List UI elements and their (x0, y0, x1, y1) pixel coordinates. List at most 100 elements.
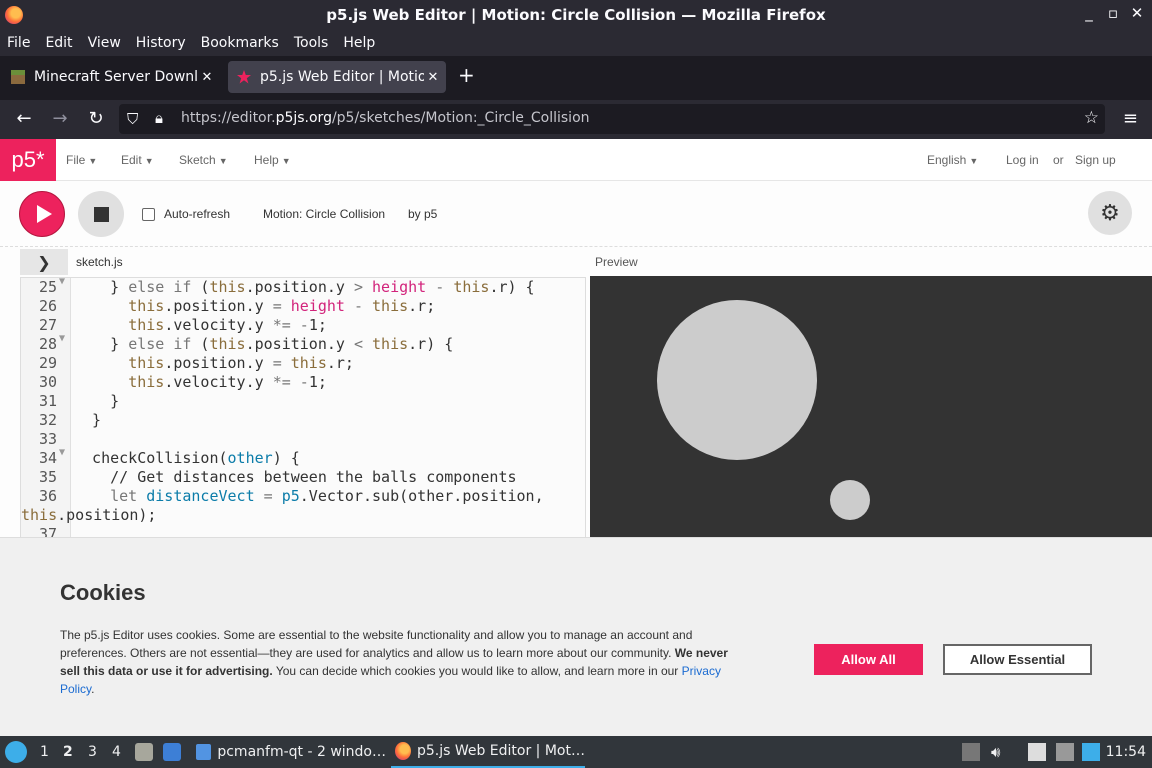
menu-history[interactable]: History (136, 35, 186, 51)
close-icon[interactable]: ✕ (1130, 4, 1144, 22)
code-editor[interactable]: 25 ▼ } else if (this.position.y > height … (20, 277, 586, 539)
line-number: 26 (38, 297, 57, 315)
shield-icon[interactable]: ⛉ (127, 110, 138, 128)
small-ball (830, 480, 870, 520)
line-number: 25 (38, 278, 57, 296)
clipboard-icon[interactable] (1028, 743, 1046, 761)
cookie-heading: Cookies (60, 580, 146, 605)
tab-close-icon[interactable]: ✕ (198, 70, 216, 85)
fold-arrow-icon[interactable]: ▼ (59, 447, 65, 458)
language-label: English (927, 153, 967, 167)
tab-label: p5.js Web Editor | Motion (260, 69, 424, 85)
fold-arrow-icon[interactable]: ▼ (59, 278, 65, 287)
network-icon[interactable] (1056, 743, 1074, 761)
p5-menu-sketch[interactable]: Sketch ▼ (179, 153, 228, 167)
p5-nav: p5* File ▼ Edit ▼ Sketch ▼ Help ▼ English ▼ L… (0, 139, 1152, 181)
task-label: p5.js Web Editor | Mot… (416, 743, 585, 759)
maximize-icon[interactable]: ▫ (1106, 4, 1120, 22)
task-pcmanfm[interactable]: pcmanfm-qt - 2 windo… (192, 736, 386, 768)
p5-menu-label: Sketch (179, 153, 216, 167)
notification-icon[interactable] (1082, 743, 1100, 761)
tab-p5-editor[interactable]: p5.js Web Editor | Motion ✕ (228, 61, 446, 93)
sketch-preview-canvas[interactable] (590, 276, 1152, 538)
code-text: this.position.y = this.r; (128, 354, 354, 372)
sketch-author: by p5 (408, 207, 438, 221)
forward-icon[interactable]: → (48, 108, 72, 129)
url-text[interactable]: https://editor.p5js.org/p5/sketches/Moti… (181, 110, 590, 126)
code-text: } else if (this.position.y > height - th… (74, 278, 535, 296)
code-text: this.velocity.y *= -1; (128, 373, 327, 391)
tab-close-icon[interactable]: ✕ (424, 70, 442, 85)
minecraft-block-icon (11, 70, 25, 84)
cookie-text-part: You can decide which cookies you would l… (272, 664, 682, 678)
file-name: sketch.js (76, 255, 123, 269)
chevron-right-icon: ❯ (37, 252, 51, 272)
volume-icon[interactable]: 🔊︎ (991, 743, 1009, 761)
p5-menu-label: Edit (121, 153, 142, 167)
minimize-icon[interactable]: _ (1082, 4, 1096, 22)
p5-menu-file[interactable]: File ▼ (66, 153, 97, 167)
lock-icon[interactable]: 🔒︎ (155, 109, 163, 127)
stop-button[interactable] (78, 191, 124, 237)
cookie-banner: Cookies The p5.js Editor uses cookies. S… (0, 537, 1152, 736)
tab-minecraft[interactable]: Minecraft Server Downlo ✕ (2, 61, 220, 93)
url-bar[interactable]: ⛉ 🔒︎ https://editor.p5js.org/p5/sketches… (119, 104, 1105, 134)
caret-down-icon: ▼ (88, 156, 98, 166)
cookie-text-end: . (91, 682, 95, 696)
gear-icon: ⚙ (1100, 200, 1120, 226)
workspace-3[interactable]: 3 (88, 744, 97, 760)
reload-icon[interactable]: ↻ (84, 108, 108, 129)
caret-down-icon: ▼ (281, 156, 291, 166)
tab-label: Minecraft Server Downlo (34, 69, 198, 85)
p5-asterisk-icon (237, 70, 251, 84)
workspace-2[interactable]: 2 (63, 744, 73, 760)
p5-menu-edit[interactable]: Edit ▼ (121, 153, 154, 167)
settings-button[interactable]: ⚙ (1088, 191, 1132, 235)
menu-bookmarks[interactable]: Bookmarks (201, 35, 279, 51)
menu-view[interactable]: View (88, 35, 121, 51)
sketch-toolbar: Auto-refresh Motion: Circle Collision by… (0, 181, 1152, 247)
os-taskbar: 1 2 3 4 pcmanfm-qt - 2 windo… p5.js Web … (0, 736, 1152, 768)
desktop-icon[interactable] (163, 743, 181, 761)
task-firefox[interactable]: p5.js Web Editor | Mot… (391, 736, 585, 768)
p5-menu-help[interactable]: Help ▼ (254, 153, 291, 167)
line-number: 29 (38, 354, 57, 372)
start-menu-icon[interactable] (5, 741, 27, 763)
menu-file[interactable]: File (7, 35, 30, 51)
login-link[interactable]: Log in (1006, 153, 1039, 167)
back-icon[interactable]: ← (12, 108, 36, 129)
menu-help[interactable]: Help (343, 35, 375, 51)
browser-menubar: File Edit View History Bookmarks Tools H… (0, 30, 1152, 56)
allow-essential-button[interactable]: Allow Essential (943, 644, 1092, 675)
sidebar-toggle-button[interactable]: ❯ (20, 249, 68, 275)
caret-down-icon: ▼ (144, 156, 154, 166)
autorefresh-checkbox[interactable] (142, 208, 155, 221)
caret-down-icon: ▼ (218, 156, 228, 166)
workspace-4[interactable]: 4 (112, 744, 121, 760)
code-text: this.position); (21, 506, 157, 524)
line-number: 36 (38, 487, 57, 505)
tab-strip: Minecraft Server Downlo ✕ p5.js Web Edit… (0, 56, 1152, 100)
fold-arrow-icon[interactable]: ▼ (59, 333, 65, 344)
workspace-1[interactable]: 1 (40, 744, 49, 760)
tray-update-icon[interactable] (962, 743, 980, 761)
or-text: or (1053, 153, 1064, 167)
code-text: } else if (this.position.y < this.r) { (74, 335, 454, 353)
menu-edit[interactable]: Edit (45, 35, 72, 51)
bookmark-star-icon[interactable]: ☆ (1084, 108, 1099, 128)
new-tab-icon[interactable]: + (458, 63, 475, 87)
stop-icon (93, 206, 109, 222)
p5-logo[interactable]: p5* (0, 139, 56, 181)
menu-tools[interactable]: Tools (294, 35, 329, 51)
file-manager-launcher-icon[interactable] (135, 743, 153, 761)
allow-all-button[interactable]: Allow All (814, 644, 923, 675)
hamburger-menu-icon[interactable]: ≡ (1123, 108, 1138, 129)
line-number: 31 (38, 392, 57, 410)
task-label: pcmanfm-qt - 2 windo… (217, 744, 386, 760)
url-path: /p5/sketches/Motion:_Circle_Collision (331, 110, 590, 126)
play-button[interactable] (19, 191, 65, 237)
language-select[interactable]: English ▼ (927, 153, 978, 167)
signup-link[interactable]: Sign up (1075, 153, 1116, 167)
navigation-bar: ← → ↻ ⛉ 🔒︎ https://editor.p5js.org/p5/sk… (0, 100, 1152, 139)
sketch-title[interactable]: Motion: Circle Collision (263, 207, 385, 221)
